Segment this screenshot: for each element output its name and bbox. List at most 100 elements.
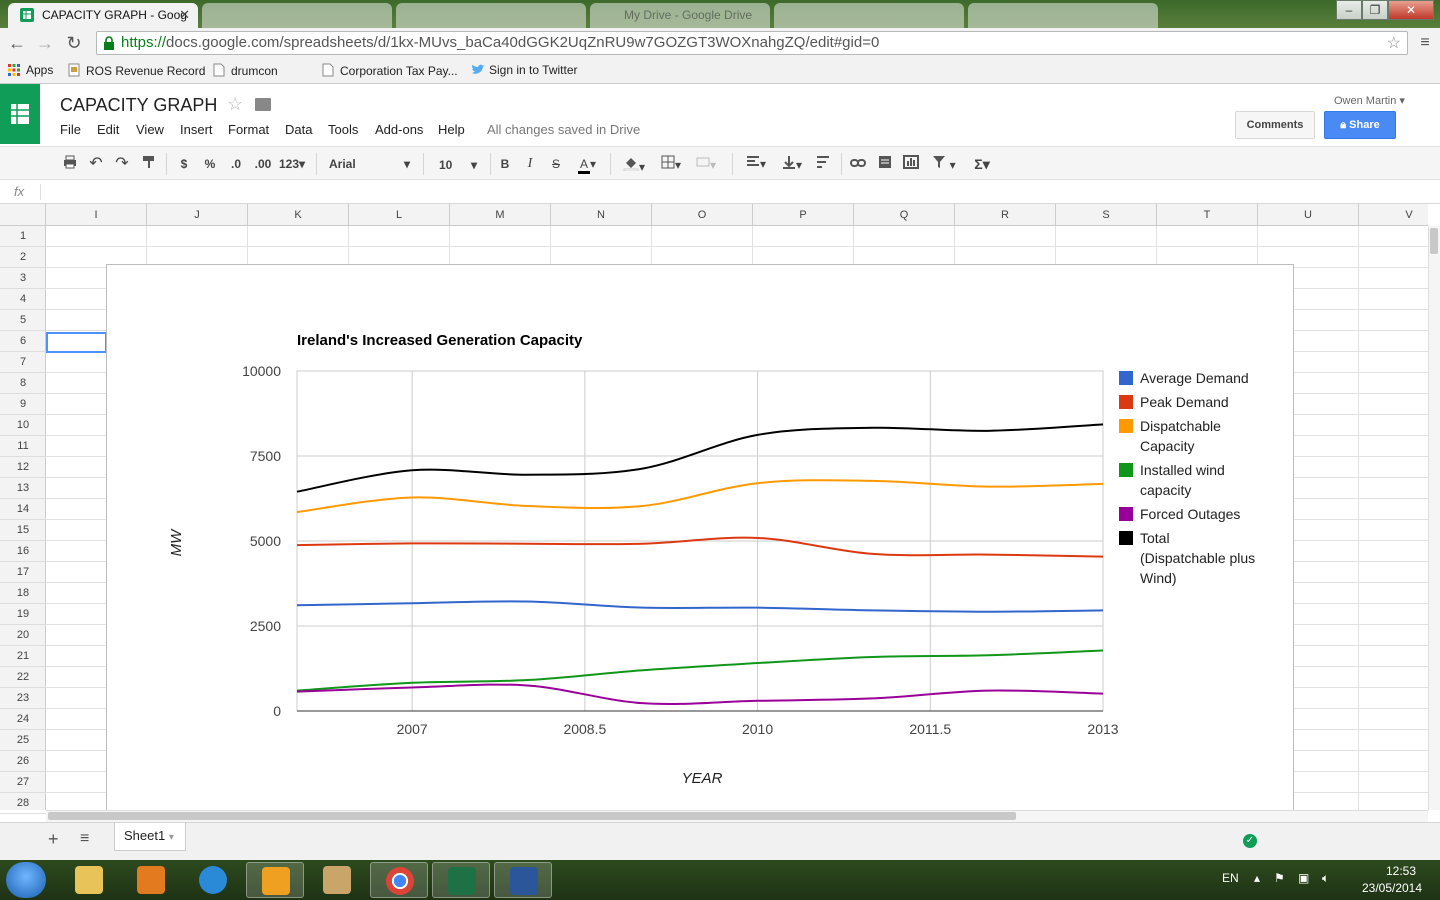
column-header[interactable]: V (1359, 204, 1440, 226)
row-header[interactable]: 24 (0, 709, 46, 730)
clock-time[interactable]: 12:53 (1371, 864, 1431, 878)
tab-background-4[interactable] (774, 3, 964, 28)
strikethrough-button[interactable]: S (547, 155, 565, 173)
column-header[interactable]: U (1258, 204, 1359, 226)
text-color-button[interactable]: A ▾ (571, 155, 603, 174)
select-all-corner[interactable] (0, 204, 46, 226)
row-header[interactable]: 8 (0, 373, 46, 394)
column-header[interactable]: T (1157, 204, 1258, 226)
column-header[interactable]: L (349, 204, 450, 226)
row-header[interactable]: 17 (0, 562, 46, 583)
vertical-align-icon[interactable]: ▾ (776, 155, 808, 173)
language-indicator[interactable]: EN (1222, 871, 1239, 885)
row-header[interactable]: 19 (0, 604, 46, 625)
menu-edit[interactable]: Edit (97, 122, 119, 137)
excel-taskbar-icon[interactable] (432, 862, 490, 898)
file-explorer-taskbar-icon[interactable] (60, 862, 118, 898)
sheets-logo-icon[interactable] (0, 84, 40, 144)
italic-button[interactable]: I (521, 155, 539, 173)
merge-cells-icon[interactable]: ▾ (690, 155, 722, 173)
internet-explorer-taskbar-icon[interactable] (184, 862, 242, 898)
undo-icon[interactable]: ↶ (86, 155, 106, 173)
currency-format-button[interactable]: $ (176, 155, 192, 173)
menu-file[interactable]: File (60, 122, 81, 137)
comments-button[interactable]: Comments (1235, 111, 1315, 139)
show-hidden-icons-icon[interactable]: ▴ (1254, 871, 1260, 885)
menu-help[interactable]: Help (438, 122, 465, 137)
sheet-tab-sheet1[interactable]: Sheet1 ▾ (114, 823, 186, 851)
document-title[interactable]: CAPACITY GRAPH (60, 95, 217, 116)
column-header[interactable]: K (248, 204, 349, 226)
chrome-taskbar-icon[interactable] (370, 862, 428, 898)
row-header[interactable]: 6 (0, 331, 46, 352)
font-family-dropdown[interactable]: Arial ▾ (322, 155, 414, 173)
bookmark-twitter[interactable]: Sign in to Twitter (471, 63, 578, 78)
folder-icon[interactable] (255, 98, 271, 111)
tab-background-2[interactable] (396, 3, 586, 28)
tab-capacity-graph[interactable]: CAPACITY GRAPH - Goog ✕ (8, 3, 198, 28)
menu-format[interactable]: Format (228, 122, 269, 137)
row-header[interactable]: 21 (0, 646, 46, 667)
row-header[interactable]: 18 (0, 583, 46, 604)
row-header[interactable]: 7 (0, 352, 46, 373)
vertical-scrollbar[interactable] (1428, 226, 1440, 810)
close-tab-icon[interactable]: ✕ (179, 7, 190, 23)
volume-muted-icon[interactable]: 🔈︎ (1322, 871, 1329, 886)
bookmark-star-icon[interactable]: ☆ (1387, 33, 1401, 53)
fill-color-icon[interactable]: ▾ (618, 155, 650, 174)
row-header[interactable]: 27 (0, 772, 46, 793)
start-button-icon[interactable] (6, 862, 46, 898)
formula-bar[interactable]: fx (0, 180, 1440, 204)
chrome-menu-icon[interactable]: ≡ (1414, 32, 1436, 54)
row-header[interactable]: 25 (0, 730, 46, 751)
menu-insert[interactable]: Insert (180, 122, 213, 137)
insert-comment-icon[interactable] (875, 155, 895, 173)
bookmark-apps[interactable]: Apps (8, 63, 53, 78)
percent-format-button[interactable]: % (201, 155, 219, 173)
embedded-chart[interactable]: Ireland's Increased Generation Capacity … (106, 264, 1294, 810)
media-player-taskbar-icon[interactable] (122, 862, 180, 898)
bookmark-corporation-tax[interactable]: Corporation Tax Pay... (322, 63, 458, 78)
number-format-dropdown[interactable]: 123▾ (277, 155, 307, 173)
minimize-window-icon[interactable]: – (1336, 0, 1362, 20)
column-header[interactable]: N (551, 204, 652, 226)
horizontal-align-icon[interactable]: ▾ (740, 155, 772, 173)
sheet-list-icon[interactable]: ≡ (80, 830, 89, 848)
menu-view[interactable]: View (136, 122, 164, 137)
insert-link-icon[interactable] (848, 155, 868, 173)
row-header[interactable]: 4 (0, 289, 46, 310)
increase-decimal-button[interactable]: .00 (251, 155, 275, 173)
tab-google-drive[interactable]: My Drive - Google Drive (590, 3, 770, 28)
column-header[interactable]: P (753, 204, 854, 226)
user-name[interactable]: Owen Martin ▾ (1334, 94, 1405, 107)
print-icon[interactable] (60, 155, 80, 173)
row-header[interactable]: 11 (0, 436, 46, 457)
column-header[interactable]: I (46, 204, 147, 226)
functions-button[interactable]: Σ▾ (966, 155, 998, 173)
row-header[interactable]: 13 (0, 478, 46, 499)
column-header[interactable]: S (1056, 204, 1157, 226)
decrease-decimal-button[interactable]: .0 (226, 155, 246, 173)
restore-window-icon[interactable]: ❐ (1362, 0, 1388, 20)
action-center-flag-icon[interactable]: ⚑ (1274, 871, 1285, 885)
paint-format-icon[interactable] (139, 155, 159, 173)
close-window-icon[interactable]: ✕ (1388, 0, 1434, 20)
column-header[interactable]: M (450, 204, 551, 226)
column-header[interactable]: O (652, 204, 753, 226)
vertical-scroll-thumb[interactable] (1430, 228, 1438, 254)
network-icon[interactable]: ▣ (1298, 871, 1309, 885)
column-header[interactable]: J (147, 204, 248, 226)
tab-background-1[interactable] (202, 3, 392, 28)
row-header[interactable]: 3 (0, 268, 46, 289)
row-header[interactable]: 28 (0, 793, 46, 814)
row-header[interactable]: 10 (0, 415, 46, 436)
row-header[interactable]: 9 (0, 394, 46, 415)
menu-data[interactable]: Data (285, 122, 312, 137)
menu-add-ons[interactable]: Add-ons (375, 122, 423, 137)
row-header[interactable]: 1 (0, 226, 46, 247)
app-taskbar-icon[interactable] (308, 862, 366, 898)
share-button[interactable]: 🔒︎ Share (1324, 111, 1396, 139)
row-header[interactable]: 20 (0, 625, 46, 646)
bold-button[interactable]: B (496, 155, 514, 173)
borders-icon[interactable]: ▾ (656, 155, 686, 173)
